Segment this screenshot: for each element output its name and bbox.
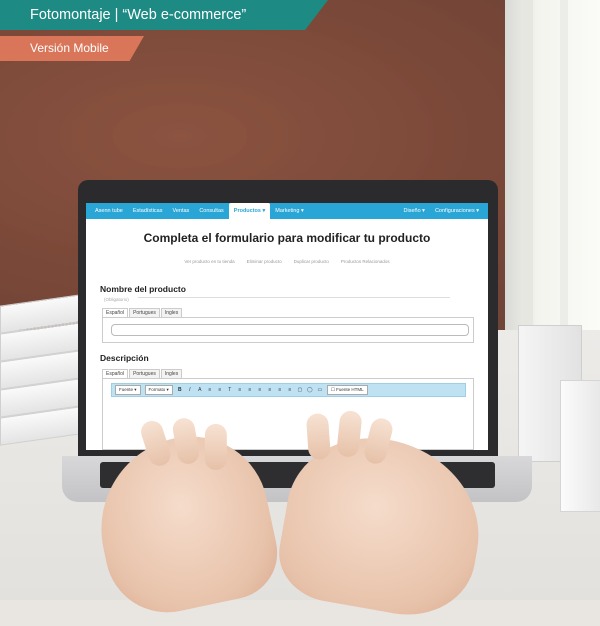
align-left-button[interactable]: ≡	[207, 387, 213, 393]
align-justify-button[interactable]: ≡	[277, 387, 283, 393]
link-view-product[interactable]: Ver producto en tu tienda	[184, 259, 234, 264]
clear-format-button[interactable]: T	[227, 387, 233, 393]
laptop-screen: Asenn tube Estadísticas Ventas Consultas…	[86, 203, 488, 450]
tab-ingles[interactable]: Ingles	[160, 308, 183, 317]
admin-navbar: Asenn tube Estadísticas Ventas Consultas…	[86, 203, 488, 219]
editor-toolbar: Fuente ▾ Formato ▾ B I A ≡ ≡ T ≡ ≡ ≡ ≡ ≡…	[111, 383, 466, 397]
bold-button[interactable]: B	[177, 387, 183, 393]
product-name-input[interactable]	[111, 324, 469, 336]
tab-portugues[interactable]: Portugues	[129, 308, 160, 317]
product-name-panel	[102, 317, 474, 343]
ordered-list-button[interactable]: ≡	[237, 387, 243, 393]
tab-ingles[interactable]: Ingles	[160, 369, 183, 378]
overlay-subtitle: Versión Mobile	[0, 36, 144, 61]
html-source-button[interactable]: ☐ Fuente HTML	[326, 385, 368, 395]
font-select[interactable]: Fuente ▾	[115, 385, 141, 395]
window-light	[505, 0, 600, 360]
text-color-button[interactable]: A	[197, 387, 203, 393]
finger	[305, 412, 331, 461]
nav-item-estadisticas[interactable]: Estadísticas	[128, 203, 168, 219]
unordered-list-button[interactable]: ≡	[247, 387, 253, 393]
indent-button[interactable]: ≡	[257, 387, 263, 393]
link-related-products[interactable]: Productos Relacionados	[341, 259, 390, 264]
description-language-tabs: Español Portugues Ingles	[102, 369, 488, 378]
overlay-title: Fotomontaje | “Web e-commerce”	[0, 0, 328, 30]
nav-item-diseno[interactable]: Diseño ▾	[399, 203, 430, 219]
nav-item-marketing[interactable]: Marketing ▾	[270, 203, 308, 219]
align-center-button[interactable]: ≡	[217, 387, 223, 393]
align-right-button[interactable]: ≡	[287, 387, 293, 393]
product-name-heading: Nombre del producto	[100, 284, 186, 294]
product-box	[560, 380, 600, 512]
product-actions: Ver producto en tu tienda Eliminar produ…	[86, 259, 488, 264]
tab-portugues[interactable]: Portugues	[129, 369, 160, 378]
stacked-boxes	[0, 294, 80, 450]
finger	[335, 409, 363, 458]
description-heading: Descripción	[100, 353, 149, 363]
video-button[interactable]: ▭	[317, 387, 323, 393]
window-frame	[560, 0, 568, 360]
italic-button[interactable]: I	[187, 387, 193, 393]
finger	[204, 423, 227, 470]
tab-espanol[interactable]: Español	[102, 369, 129, 378]
divider	[138, 297, 450, 298]
link-button[interactable]: ◯	[307, 387, 313, 393]
link-duplicate-product[interactable]: Duplicar producto	[294, 259, 329, 264]
nav-item-configuraciones[interactable]: Configuraciones ▾	[430, 203, 484, 219]
image-button[interactable]: ▢	[297, 387, 303, 393]
nav-item-asenn[interactable]: Asenn tube	[90, 203, 128, 219]
nav-item-consultas[interactable]: Consultas	[194, 203, 228, 219]
page-title: Completa el formulario para modificar tu…	[143, 231, 431, 245]
window-frame	[523, 0, 533, 360]
format-select[interactable]: Formato ▾	[144, 385, 173, 395]
outdent-button[interactable]: ≡	[267, 387, 273, 393]
link-delete-product[interactable]: Eliminar producto	[247, 259, 282, 264]
nav-item-productos[interactable]: Productos ▾	[228, 203, 271, 219]
tab-espanol[interactable]: Español	[102, 308, 129, 317]
nav-item-ventas[interactable]: Ventas	[167, 203, 194, 219]
name-language-tabs: Español Portugues Ingles	[102, 308, 488, 317]
